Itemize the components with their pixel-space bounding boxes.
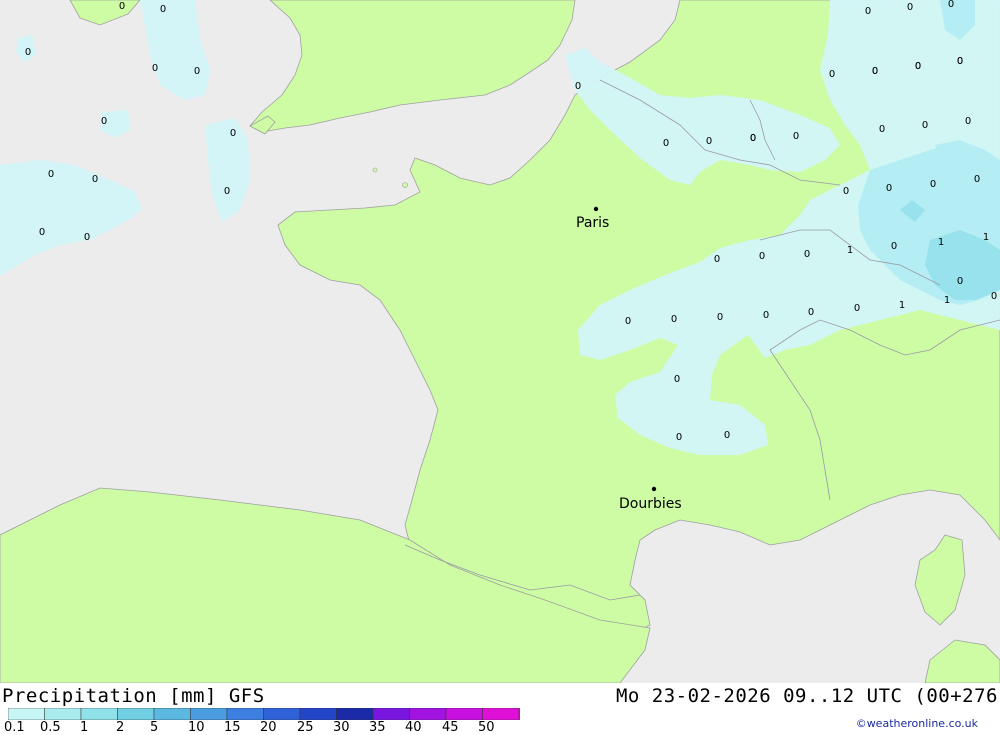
precip-value: 0 <box>706 136 712 147</box>
precip-value: 0 <box>84 232 90 243</box>
map-footer: Precipitation [mm] GFS Mo 23-02-2026 09.… <box>0 683 1000 735</box>
legend-swatch <box>445 708 483 720</box>
precip-value: 0 <box>804 249 810 260</box>
precip-value: 0 <box>759 251 765 262</box>
legend-swatch <box>117 708 155 720</box>
city-label-dourbies: Dourbies <box>619 496 682 512</box>
precip-value: 1 <box>899 300 905 311</box>
legend-swatch <box>263 708 301 720</box>
precip-value: 1 <box>938 237 944 248</box>
city-label-paris: Paris <box>576 215 609 231</box>
valid-time: Mo 23-02-2026 09..12 UTC (00+276 <box>615 685 998 707</box>
precip-value: 0 <box>152 63 158 74</box>
precip-value: 0 <box>829 69 835 80</box>
precip-value: 0 <box>101 116 107 127</box>
credit-link[interactable]: ©weatheronline.co.uk <box>856 717 978 730</box>
legend-swatch <box>80 708 118 720</box>
map-title: Precipitation [mm] GFS <box>2 685 265 707</box>
precip-value: 0 <box>671 314 677 325</box>
precip-value: 0 <box>625 316 631 327</box>
precip-value: 0 <box>793 131 799 142</box>
precip-value: 0 <box>948 0 954 10</box>
precip-value: 0 <box>991 291 997 302</box>
precip-value: 0 <box>872 66 878 77</box>
precip-value: 0 <box>930 179 936 190</box>
precip-value: 0 <box>224 186 230 197</box>
precip-value: 0 <box>843 186 849 197</box>
precip-value: 0 <box>230 128 236 139</box>
map-labels: 0 0 0 0 0 0 0 0 0 0 0 0 0 0 0 0 0 0 0 0 0 0 0 0 0 0 0 0 0 0 0 0 0 0 0 0 0 0 0 0… <box>25 0 997 512</box>
precip-value: 0 <box>854 303 860 314</box>
legend-swatch <box>153 708 191 720</box>
precip-value: 0 <box>891 241 897 252</box>
precip-value: 0 <box>663 138 669 149</box>
precip-value: 0 <box>879 124 885 135</box>
legend-color-bar <box>8 708 520 720</box>
precip-value: 0 <box>575 81 581 92</box>
precip-value: 0 <box>39 227 45 238</box>
precip-value: 0 <box>750 133 756 144</box>
legend-swatch <box>190 708 228 720</box>
legend-swatch <box>409 708 447 720</box>
legend-swatch <box>482 708 520 720</box>
precip-value-labels: 0 0 0 0 0 0 0 0 0 0 0 0 0 0 0 0 0 0 0 0 0 0 0 0 0 0 0 0 0 0 0 0 0 0 0 0 0 0 0 0… <box>25 0 997 443</box>
legend-swatch <box>8 708 45 720</box>
precip-value: 0 <box>717 312 723 323</box>
legend-swatch <box>299 708 337 720</box>
legend-swatch <box>226 708 264 720</box>
precip-value: 0 <box>907 2 913 13</box>
precip-value: 0 <box>763 310 769 321</box>
precip-value: 0 <box>194 66 200 77</box>
city-marker-dourbies <box>651 486 657 492</box>
precip-value: 0 <box>865 6 871 17</box>
precip-value: 0 <box>808 307 814 318</box>
precip-value: 0 <box>676 432 682 443</box>
precip-value: 0 <box>160 4 166 15</box>
precip-value: 0 <box>957 56 963 67</box>
city-marker-paris <box>593 206 599 212</box>
legend-swatch <box>372 708 410 720</box>
precip-value: 0 <box>922 120 928 131</box>
legend-arrow <box>519 708 520 720</box>
precip-value: 0 <box>886 183 892 194</box>
precip-value: 0 <box>974 174 980 185</box>
precip-value: 0 <box>119 1 125 12</box>
legend-swatch <box>44 708 82 720</box>
precip-value: 0 <box>724 430 730 441</box>
precip-value: 0 <box>48 169 54 180</box>
precip-value: 0 <box>915 61 921 72</box>
precip-value: 1 <box>983 232 989 243</box>
precip-value: 0 <box>674 374 680 385</box>
legend-swatch <box>336 708 374 720</box>
precip-value: 1 <box>944 295 950 306</box>
precip-value: 0 <box>965 116 971 127</box>
precip-value: 1 <box>847 245 853 256</box>
precip-value: 0 <box>25 47 31 58</box>
city-labels: Paris Dourbies <box>576 206 682 512</box>
precip-value: 0 <box>957 276 963 287</box>
precip-value: 0 <box>92 174 98 185</box>
precip-value: 0 <box>714 254 720 265</box>
